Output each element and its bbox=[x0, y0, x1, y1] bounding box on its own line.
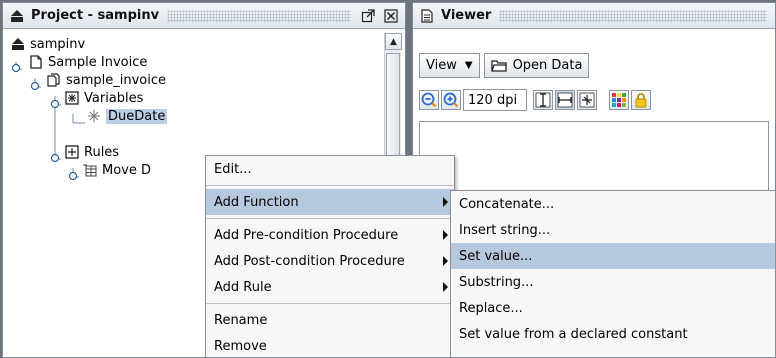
dpi-input[interactable]: 120 dpi bbox=[463, 89, 527, 111]
lock-icon bbox=[635, 93, 647, 108]
menu-item-set-value-constant[interactable]: Set value from a declared constant bbox=[451, 321, 775, 347]
project-panel-title: Project - sampinv bbox=[31, 8, 160, 23]
viewer-titlebar[interactable]: Viewer bbox=[413, 3, 775, 29]
viewer-icon bbox=[419, 8, 435, 24]
zoom-in-icon bbox=[443, 92, 459, 108]
tree-label-rules: Rules bbox=[84, 144, 120, 160]
viewer-toolbar: View ▼ Open Data bbox=[419, 53, 593, 78]
expand-handle-icon[interactable] bbox=[11, 62, 21, 73]
fit-height-icon bbox=[535, 92, 551, 108]
menu-separator bbox=[206, 185, 454, 186]
fit-width-button[interactable] bbox=[555, 90, 575, 110]
submenu-arrow-icon bbox=[443, 282, 448, 292]
menu-item-rename[interactable]: Rename bbox=[206, 307, 454, 333]
project-titlebar[interactable]: Project - sampinv bbox=[3, 3, 405, 29]
titlebar-grip bbox=[167, 9, 351, 22]
menu-item-set-value[interactable]: Set value... bbox=[451, 243, 775, 269]
color-palette-icon bbox=[612, 93, 626, 107]
fit-page-icon bbox=[579, 92, 595, 108]
menu-item-concatenate[interactable]: Concatenate... bbox=[451, 191, 775, 217]
tree-node-move-rule[interactable]: Move D bbox=[83, 161, 151, 179]
view-dropdown[interactable]: View ▼ bbox=[419, 53, 480, 78]
expand-handle-icon[interactable] bbox=[68, 170, 78, 181]
zoom-in-button[interactable] bbox=[441, 90, 461, 110]
expand-handle-icon[interactable] bbox=[50, 98, 60, 109]
fit-width-icon bbox=[557, 92, 573, 108]
zoom-out-button[interactable] bbox=[419, 90, 439, 110]
tree-node-duedate[interactable]: DueDate bbox=[87, 107, 168, 125]
submenu-arrow-icon bbox=[443, 197, 448, 207]
tree-label-move-rule: Move D bbox=[102, 162, 152, 178]
rule-icon bbox=[83, 163, 97, 177]
menu-separator bbox=[206, 218, 454, 219]
zoom-out-icon bbox=[421, 92, 437, 108]
tree-label-root: sampinv bbox=[30, 36, 86, 52]
folder-icon bbox=[490, 59, 507, 72]
project-icon bbox=[11, 37, 25, 51]
menu-item-add-precondition[interactable]: Add Pre-condition Procedure bbox=[206, 222, 454, 248]
open-data-button[interactable]: Open Data bbox=[483, 53, 590, 78]
menu-item-substring[interactable]: Substring... bbox=[451, 269, 775, 295]
titlebar-grip bbox=[499, 9, 767, 22]
tree-node-rules[interactable]: Rules bbox=[65, 143, 119, 161]
fit-page-button[interactable] bbox=[577, 90, 597, 110]
close-icon[interactable] bbox=[382, 7, 400, 25]
menu-item-add-function[interactable]: Add Function bbox=[206, 189, 454, 215]
rules-icon bbox=[65, 145, 79, 159]
documents-icon bbox=[47, 73, 61, 87]
submenu-arrow-icon bbox=[443, 230, 448, 240]
chevron-down-icon: ▼ bbox=[464, 60, 473, 71]
function-submenu: Concatenate... Insert string... Set valu… bbox=[450, 190, 776, 358]
tree-label-sample-invoice-file: sample_invoice bbox=[66, 72, 167, 88]
variables-icon bbox=[65, 91, 79, 105]
menu-separator bbox=[206, 303, 454, 304]
menu-item-replace[interactable]: Replace... bbox=[451, 295, 775, 321]
tree-node-sample-invoice[interactable]: Sample Invoice bbox=[29, 53, 147, 71]
project-icon bbox=[9, 8, 25, 24]
tree-label-variables: Variables bbox=[84, 90, 144, 106]
variable-icon bbox=[87, 109, 101, 123]
menu-item-edit[interactable]: Edit... bbox=[206, 156, 454, 182]
menu-item-add-postcondition[interactable]: Add Post-condition Procedure bbox=[206, 248, 454, 274]
lock-button[interactable] bbox=[631, 90, 651, 110]
submenu-arrow-icon bbox=[443, 256, 448, 266]
context-menu: Edit... Add Function Add Pre-condition P… bbox=[205, 155, 455, 358]
tree-node-variables[interactable]: Variables bbox=[65, 89, 143, 107]
expand-handle-icon[interactable] bbox=[50, 152, 60, 163]
tree-node-root[interactable]: sampinv bbox=[11, 35, 85, 53]
view-dropdown-label: View bbox=[426, 58, 457, 73]
menu-item-insert-string[interactable]: Insert string... bbox=[451, 217, 775, 243]
menu-item-remove[interactable]: Remove bbox=[206, 333, 454, 358]
undock-icon[interactable] bbox=[359, 7, 377, 25]
scroll-up-icon[interactable]: ▲ bbox=[385, 33, 402, 50]
color-palette-button[interactable] bbox=[609, 90, 629, 110]
fit-height-button[interactable] bbox=[533, 90, 553, 110]
tree-label-duedate: DueDate bbox=[106, 108, 168, 124]
tree-node-sample-invoice-file[interactable]: sample_invoice bbox=[47, 71, 166, 89]
viewer-panel-title: Viewer bbox=[441, 8, 492, 23]
tree-label-sample-invoice: Sample Invoice bbox=[48, 54, 148, 70]
zoom-toolbar: 120 dpi bbox=[419, 89, 653, 111]
open-data-label: Open Data bbox=[512, 58, 583, 73]
document-icon bbox=[29, 55, 43, 69]
expand-handle-icon[interactable] bbox=[30, 80, 40, 91]
menu-item-add-rule[interactable]: Add Rule bbox=[206, 274, 454, 300]
